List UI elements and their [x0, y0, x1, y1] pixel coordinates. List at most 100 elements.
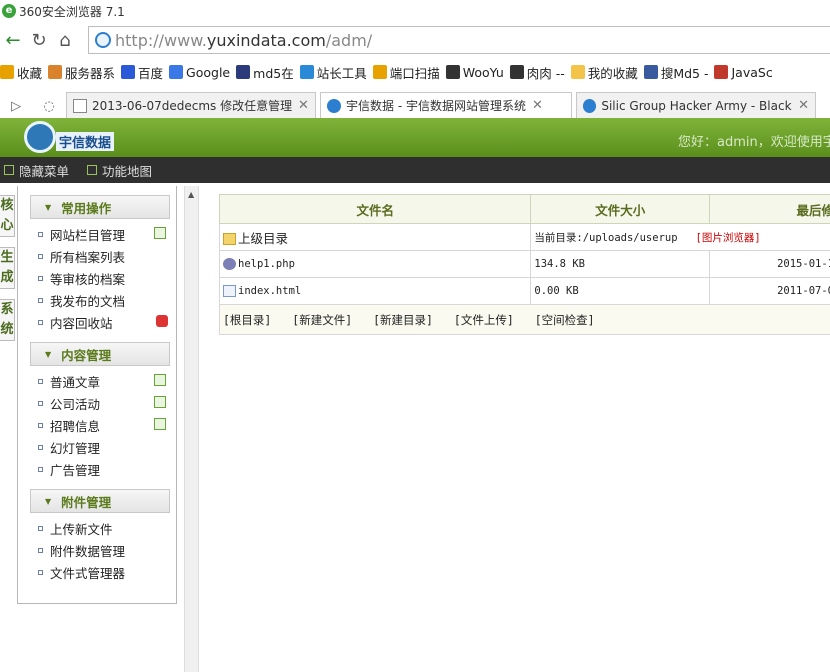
- bullet-icon: [38, 422, 43, 428]
- tab-bar: ▷ ◌ 2013-06-07dedecms 修改任意管理員 ✕ 宇信数据 - 宇…: [0, 92, 830, 118]
- module-generate[interactable]: 生成: [0, 247, 15, 289]
- sidebar-items: 网站栏目管理 所有档案列表 等审核的档案 我发布的文档 内容回收站: [38, 223, 176, 333]
- favorite-item[interactable]: WooYu: [445, 65, 504, 80]
- sidebar-item[interactable]: 招聘信息: [38, 414, 176, 436]
- actions-cell: [根目录] [新建文件] [新建目录] [文件上传] [空间检查]: [219, 304, 830, 335]
- close-tab-icon[interactable]: ✕: [298, 98, 309, 113]
- collapse-arrow-icon[interactable]: ▲: [188, 190, 194, 199]
- sidebar-section-header[interactable]: ▼ 附件管理: [30, 489, 170, 513]
- tab-controls: ▷ ◌: [0, 94, 66, 118]
- add-icon[interactable]: [154, 374, 166, 386]
- sidebar-section-header[interactable]: ▼ 内容管理: [30, 342, 170, 366]
- url-text[interactable]: http://www.yuxindata.com/adm/: [115, 31, 372, 50]
- sidebar-splitter[interactable]: ▲: [184, 186, 199, 672]
- add-icon[interactable]: [154, 227, 166, 239]
- col-filesize: 文件大小: [530, 194, 711, 224]
- close-tab-icon[interactable]: ✕: [798, 98, 809, 113]
- menu-icon: [4, 165, 14, 175]
- logo-text: 宇信数据: [56, 132, 115, 151]
- collapse-icon: ▼: [45, 349, 52, 359]
- favorite-icon: [0, 65, 14, 79]
- favorite-icon: [570, 65, 585, 79]
- sidebar-item[interactable]: 上传新文件: [38, 517, 176, 539]
- parent-dir-row: 上级目录 当前目录:/uploads/userup [图片浏览器]: [218, 223, 830, 251]
- file-size-cell: 134.8 KB: [530, 250, 711, 278]
- favorite-item[interactable]: 端口扫描: [372, 63, 440, 82]
- file-table: 文件名 文件大小 最后修 上级目录 当前目录:/uploads/userup [图…: [218, 194, 830, 335]
- favorite-item[interactable]: JavaSc: [714, 65, 773, 80]
- file-size-cell: 0.00 KB: [530, 277, 711, 305]
- folder-up-icon: [223, 233, 236, 245]
- table-row: index.html 0.00 KB 2011-07-0: [218, 277, 830, 305]
- bullet-icon: [38, 525, 43, 531]
- page-icon: [73, 98, 87, 113]
- bullet-icon: [38, 444, 43, 450]
- image-browser-link[interactable]: [图片浏览器]: [696, 232, 761, 244]
- site-icon: [327, 98, 341, 113]
- bullet-icon: [38, 466, 43, 472]
- favorite-item[interactable]: 百度: [121, 63, 163, 82]
- logo-circle-icon: [24, 121, 56, 153]
- address-bar[interactable]: http://www.yuxindata.com/adm/: [88, 26, 830, 54]
- sidebar-item[interactable]: 内容回收站: [38, 311, 176, 333]
- sidebar-items: 上传新文件 附件数据管理 文件式管理器: [38, 517, 176, 583]
- hide-menu-button[interactable]: 隐藏菜单: [0, 161, 69, 180]
- upload-file-link[interactable]: [文件上传]: [454, 313, 514, 327]
- bullet-icon: [38, 253, 43, 259]
- sidebar-item[interactable]: 所有档案列表: [38, 245, 176, 267]
- file-name-cell[interactable]: index.html: [218, 277, 532, 305]
- back-arrow-icon[interactable]: ←: [0, 30, 26, 51]
- site-logo: 宇信数据: [22, 120, 118, 156]
- close-tab-icon[interactable]: ✕: [532, 98, 543, 113]
- home-icon[interactable]: ⌂: [52, 30, 78, 51]
- sidebar-item[interactable]: 网站栏目管理: [38, 223, 176, 245]
- tab-silic-group[interactable]: Silic Group Hacker Army - BlackBa ✕: [576, 92, 816, 118]
- bullet-icon: [38, 319, 43, 325]
- add-icon[interactable]: [154, 418, 166, 430]
- favorite-item[interactable]: 我的收藏: [570, 63, 638, 82]
- file-name-cell[interactable]: help1.php: [218, 250, 532, 278]
- sidebar-item[interactable]: 我发布的文档: [38, 289, 176, 311]
- favorite-icon: [714, 65, 729, 79]
- favorite-icon: [236, 65, 251, 79]
- add-icon[interactable]: [154, 396, 166, 408]
- favorite-item[interactable]: 收藏: [0, 63, 42, 82]
- favorite-icon: [509, 65, 524, 79]
- sidebar-item[interactable]: 文件式管理器: [38, 561, 176, 583]
- sidebar-item[interactable]: 附件数据管理: [38, 539, 176, 561]
- reload-icon[interactable]: ↻: [26, 30, 52, 51]
- tab-dedecms[interactable]: 2013-06-07dedecms 修改任意管理員 ✕: [66, 92, 316, 118]
- site-map-button[interactable]: 功能地图: [83, 161, 152, 180]
- favorite-item[interactable]: 肉肉 --: [509, 63, 565, 82]
- sidebar-menu: ▼ 常用操作网站栏目管理 所有档案列表 等审核的档案 我发布的文档 内容回收站 ▼ 内容管理普…: [17, 186, 177, 604]
- sidebar-item[interactable]: 广告管理: [38, 458, 176, 480]
- sidebar-item[interactable]: 普通文章: [38, 370, 176, 392]
- favorite-item[interactable]: md5在: [236, 63, 294, 82]
- new-file-link[interactable]: [新建文件]: [292, 313, 352, 327]
- favorite-item[interactable]: 搜Md5 -: [643, 63, 708, 82]
- favorite-item[interactable]: 服务器系: [48, 63, 115, 82]
- bullet-icon: [38, 297, 43, 303]
- sidebar-toggle-icon[interactable]: ▷: [11, 99, 21, 114]
- new-dir-link[interactable]: [新建目录]: [373, 313, 433, 327]
- delete-icon[interactable]: [156, 315, 168, 327]
- space-check-link[interactable]: [空间检查]: [535, 313, 595, 327]
- sidebar-item[interactable]: 幻灯管理: [38, 436, 176, 458]
- favorite-item[interactable]: Google: [169, 65, 230, 80]
- sidebar-item[interactable]: 等审核的档案: [38, 267, 176, 289]
- browser-logo-icon: e: [2, 4, 16, 18]
- sidebar-section-header[interactable]: ▼ 常用操作: [30, 195, 170, 219]
- favorite-icon: [169, 65, 184, 79]
- tab-yuxindata[interactable]: 宇信数据 - 宇信数据网站管理系统 ✕: [320, 92, 572, 118]
- tab-label: 2013-06-07dedecms 修改任意管理員: [92, 99, 292, 113]
- table-row: help1.php 134.8 KB 2015-01-1: [218, 250, 830, 278]
- module-system[interactable]: 系统: [0, 299, 15, 341]
- root-dir-link[interactable]: [根目录]: [223, 313, 271, 327]
- bullet-icon: [38, 400, 43, 406]
- module-core[interactable]: 核心: [0, 195, 15, 237]
- sidebar-item[interactable]: 公司活动: [38, 392, 176, 414]
- parent-dir-cell[interactable]: 上级目录: [218, 223, 532, 251]
- favorite-item[interactable]: 站长工具: [299, 63, 367, 82]
- html-file-icon: [223, 285, 236, 297]
- restore-tab-icon[interactable]: ◌: [43, 99, 54, 114]
